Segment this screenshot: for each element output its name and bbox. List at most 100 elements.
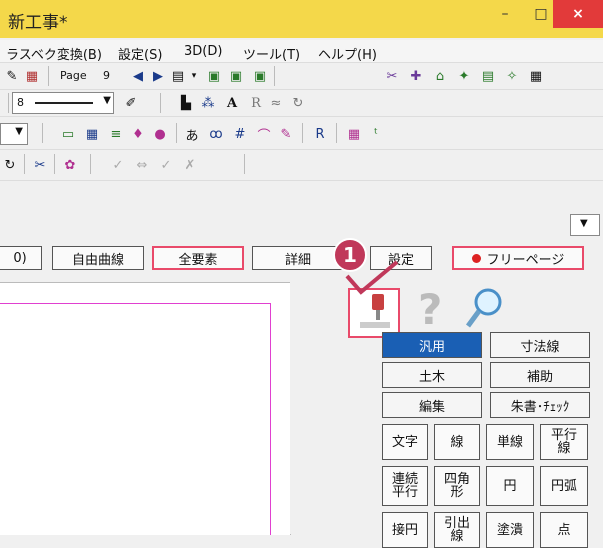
chevron-down-icon[interactable]: ▼: [15, 126, 23, 137]
draw-icon-5[interactable]: ●: [152, 126, 168, 142]
separator: [302, 123, 303, 143]
misc-icon-3[interactable]: ✿: [62, 157, 78, 173]
draw-icon-11[interactable]: ᵗ: [368, 126, 384, 142]
layer-icon[interactable]: ▣: [206, 68, 222, 84]
magnifier-icon[interactable]: [460, 284, 508, 334]
menu-settings[interactable]: 設定(S): [118, 44, 162, 63]
tool-icon-5[interactable]: ▤: [480, 68, 496, 84]
all-elements-button[interactable]: 全要素: [152, 246, 244, 270]
line-combo-value: 8: [17, 96, 24, 109]
sheet-border-top: [0, 303, 271, 304]
toolbar-misc: ↻ ✂ ✿ ✓ ⇔ ✓ ✗: [0, 150, 603, 181]
chevron-down-icon[interactable]: ▾: [186, 68, 202, 84]
page-list-icon[interactable]: ▤: [170, 68, 186, 84]
misc-icon-1[interactable]: ↻: [2, 157, 18, 173]
svg-text:?: ?: [418, 285, 442, 334]
line-combo[interactable]: 8 ▼: [12, 92, 114, 114]
separator: [42, 123, 43, 143]
tool-icon-4[interactable]: ✦: [456, 68, 472, 84]
sheet-border-right: [270, 303, 271, 535]
toolbar-combo[interactable]: ▼: [0, 123, 28, 145]
draw-icon-1[interactable]: ▭: [60, 126, 76, 142]
draw-icon-8[interactable]: ✎: [278, 126, 294, 142]
draw-icon-4[interactable]: ♦: [130, 126, 146, 142]
cmd-arc[interactable]: 円弧: [540, 466, 588, 506]
tool-icon-1[interactable]: ✂: [384, 68, 400, 84]
cmd-fill[interactable]: 塗潰: [486, 512, 534, 548]
tab-edit[interactable]: 編集: [382, 392, 482, 418]
cmd-circle[interactable]: 円: [486, 466, 534, 506]
tab-redline-check[interactable]: 朱書･ﾁｪｯｸ: [490, 392, 590, 418]
cmd-line[interactable]: 線: [434, 424, 480, 460]
font-r-icon[interactable]: R: [248, 95, 264, 111]
display-icon[interactable]: ▣: [252, 68, 268, 84]
help-icon[interactable]: ?: [408, 284, 456, 334]
cmd-parallel-line[interactable]: 平行線: [540, 424, 588, 460]
prev-page-icon[interactable]: ◀: [130, 68, 146, 84]
separator: [54, 154, 55, 174]
font-icon[interactable]: A: [224, 95, 240, 111]
separator: [90, 154, 91, 174]
menu-help[interactable]: ヘルプ(H): [318, 44, 377, 63]
cmd-continuous-parallel[interactable]: 連続平行: [382, 466, 428, 506]
tab-dimension[interactable]: 寸法線: [490, 332, 590, 358]
tool-icon-7[interactable]: ▦: [528, 68, 544, 84]
draw-icon-3[interactable]: ≡: [108, 126, 124, 142]
tab-auxiliary[interactable]: 補助: [490, 362, 590, 388]
menu-tools[interactable]: ツール(T): [243, 44, 300, 63]
sheet-icon[interactable]: ▦: [24, 68, 40, 84]
tool-icon-2[interactable]: ✚: [408, 68, 424, 84]
chevron-down-icon[interactable]: ▼: [103, 95, 111, 106]
panel-bar: ▼: [0, 210, 603, 238]
toolbar-line: 8 ▼ ✐ ▙ ⁂ A R ≈ ↻: [0, 90, 603, 117]
menu-3d[interactable]: 3D(D): [184, 44, 222, 59]
misc-icon-4[interactable]: ✓: [110, 157, 126, 173]
text-style-icon[interactable]: ⁂: [200, 95, 216, 111]
tool-icon-3[interactable]: ⌂: [432, 68, 448, 84]
misc-icon-6[interactable]: ✓: [158, 157, 174, 173]
misc-icon-7[interactable]: ✗: [182, 157, 198, 173]
cmd-leader[interactable]: 引出線: [434, 512, 480, 548]
cmd-tangent-circle[interactable]: 接円: [382, 512, 428, 548]
page-label: Page: [60, 69, 87, 82]
tool-icon-6[interactable]: ✧: [504, 68, 520, 84]
hatch-icon[interactable]: #: [232, 126, 248, 142]
view-icon[interactable]: ▣: [228, 68, 244, 84]
dropper-icon[interactable]: ✐: [123, 95, 139, 111]
drawing-canvas[interactable]: [0, 282, 291, 535]
next-page-icon[interactable]: ▶: [150, 68, 166, 84]
free-curve-button[interactable]: 自由曲線: [52, 246, 144, 270]
panel-dropdown[interactable]: ▼: [570, 214, 600, 236]
tab-civil[interactable]: 土木: [382, 362, 482, 388]
mode-button-row: 0) 自由曲線 全要素 詳細 設定 フリーページ: [0, 240, 603, 274]
cmd-rectangle[interactable]: 四角形: [434, 466, 480, 506]
draw-icon-2[interactable]: ▦: [84, 126, 100, 142]
close-button[interactable]: ×: [553, 0, 603, 28]
free-page-button[interactable]: フリーページ: [452, 246, 584, 270]
cmd-text[interactable]: 文字: [382, 424, 428, 460]
curve-icon[interactable]: ⌒: [256, 126, 272, 144]
misc-icon-2[interactable]: ✂: [32, 157, 48, 173]
minimize-button[interactable]: –: [490, 0, 520, 28]
title-bar: 新工事* – □ ×: [0, 0, 603, 38]
chevron-down-icon[interactable]: ▼: [580, 218, 588, 229]
detail-button[interactable]: 詳細: [252, 246, 344, 270]
text-size-icon[interactable]: ≈: [268, 95, 284, 111]
menu-raster-vector[interactable]: ラスベク変換(B): [6, 44, 102, 63]
text-rotate-icon[interactable]: ↻: [290, 95, 306, 111]
separator: [336, 123, 337, 143]
cmd-point[interactable]: 点: [540, 512, 588, 548]
mode-button-0[interactable]: 0): [0, 246, 42, 270]
cmd-single-line[interactable]: 単線: [486, 424, 534, 460]
draw-icon-7[interactable]: ꝏ: [208, 126, 224, 142]
tab-general[interactable]: 汎用: [382, 332, 482, 358]
maximize-button[interactable]: □: [526, 0, 556, 28]
align-icon[interactable]: ▙: [178, 95, 194, 111]
page-number: 9: [103, 69, 110, 82]
separator: [48, 66, 49, 86]
draw-icon-9[interactable]: R: [312, 126, 328, 142]
misc-icon-5[interactable]: ⇔: [134, 157, 150, 173]
draw-icon-6[interactable]: あ: [184, 126, 200, 144]
draw-icon-10[interactable]: ▦: [346, 126, 362, 142]
edit-icon[interactable]: ✎: [4, 68, 20, 84]
